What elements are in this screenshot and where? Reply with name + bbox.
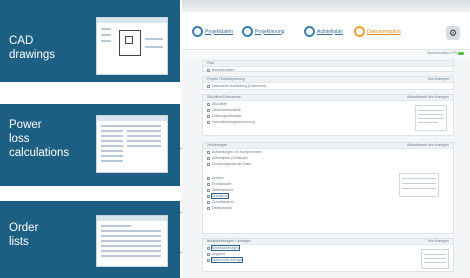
panel-action[interactable]: Aktualisieren Nur Anzeigen xyxy=(407,143,449,147)
checkbox[interactable] xyxy=(207,156,210,160)
step-circle-icon xyxy=(192,26,203,37)
checkbox[interactable] xyxy=(207,188,210,192)
row-label: Verlustleistungsberechnung xyxy=(212,119,256,124)
panel-title: Bestellunterlagen / Anfragen xyxy=(207,239,251,243)
row-label: Ansicht xyxy=(212,175,224,180)
step-project-data[interactable]: Projektdaten xyxy=(192,26,233,37)
checkbox[interactable] xyxy=(207,258,210,262)
checkbox[interactable] xyxy=(207,246,210,250)
row-label: Detailansicht xyxy=(212,205,233,210)
cad-drawing-thumbnail xyxy=(96,17,168,75)
row-label: Frontansicht xyxy=(212,181,232,186)
list-item-highlighted[interactable]: Warenkorb-Anfrage xyxy=(203,256,453,263)
list-item[interactable]: Dateiname Aufstellung (Dokument) xyxy=(203,83,453,89)
step-label: Dokumentation xyxy=(367,28,401,35)
panel-title: Pfad xyxy=(207,61,215,65)
row-label: Gewichtsstückliste xyxy=(212,107,241,112)
drawing-preview xyxy=(399,173,439,197)
row-label: Benutzerdaten xyxy=(212,67,235,72)
checkbox[interactable] xyxy=(207,182,210,186)
row-label: Draufsicht xyxy=(211,192,229,199)
tile-label: CAD drawings xyxy=(9,35,56,61)
row-label: Dateiname Aufstellung (Dokument) xyxy=(212,83,267,88)
checkbox[interactable] xyxy=(207,162,210,166)
order-list-thumbnail xyxy=(96,215,168,267)
order-preview xyxy=(421,249,449,269)
row-label: Stückliste xyxy=(212,101,227,106)
workflow-steps: Projektdaten Projektierung Aufstellplan … xyxy=(182,12,470,50)
panel-action[interactable]: Nur Anzeigen xyxy=(428,239,449,243)
power-loss-tile: Power loss calculations xyxy=(0,104,180,186)
checkbox[interactable] xyxy=(207,84,210,88)
step-label: Projektdaten xyxy=(205,28,234,35)
row-label: Seitenansicht xyxy=(212,187,234,192)
checkbox[interactable] xyxy=(207,206,210,210)
checkbox[interactable] xyxy=(207,120,210,124)
panel-title: Zeichnungen xyxy=(207,143,228,147)
step-label: Aufstellplan xyxy=(317,28,343,35)
row-label: Angebot xyxy=(212,251,226,256)
panel-drawings: Zeichnungen Aktualisieren Nur Anzeigen Au… xyxy=(202,142,454,234)
row-label: Warenkorb-Anfrage xyxy=(210,256,244,263)
checkbox[interactable] xyxy=(207,176,210,180)
step-documentation[interactable]: Dokumentation xyxy=(354,26,401,37)
panel-documents: Stückliste/Dokumente Aktualisieren Nur An… xyxy=(202,94,454,136)
tile-label: Order lists xyxy=(9,222,39,248)
step-label: Projektierung xyxy=(255,28,285,35)
row-label: Leistungsstückliste xyxy=(212,113,242,118)
step-configuration[interactable]: Projektierung xyxy=(242,26,284,37)
row-label: Zeichnungssatz als Datei xyxy=(212,161,252,166)
checkbox[interactable] xyxy=(207,114,210,118)
checkbox[interactable] xyxy=(207,150,210,154)
document-preview xyxy=(415,105,447,131)
panel-action[interactable]: Aktualisieren Nur Anzeigen xyxy=(407,95,449,99)
window-titlebar xyxy=(182,0,470,12)
checkbox[interactable] xyxy=(207,194,210,198)
tile-label: Power loss calculations xyxy=(9,119,70,159)
panel-export: Projekt / Aufstellplanung Nur Anzeigen Da… xyxy=(202,76,454,90)
step-circle-icon xyxy=(354,26,365,37)
panel-order: Bestellunterlagen / Anfragen Nur Anzeigen… xyxy=(202,238,454,272)
row-label: Aufstellplan (Gehäuse) xyxy=(212,155,248,160)
status-indicator-icon xyxy=(458,52,464,55)
row-label: Aufstellungen mit Komponenten xyxy=(212,149,262,154)
list-item[interactable]: Detailansicht xyxy=(203,205,453,211)
row-label: Schnittansicht xyxy=(212,199,234,204)
cad-drawings-tile: CAD drawings xyxy=(0,0,180,82)
checkbox[interactable] xyxy=(207,200,210,204)
list-item[interactable]: Benutzerdaten xyxy=(203,67,453,73)
step-circle-icon xyxy=(242,26,253,37)
panel-action[interactable]: Nur Anzeigen xyxy=(428,77,449,81)
order-lists-tile: Order lists xyxy=(0,201,180,278)
checkbox[interactable] xyxy=(207,102,210,106)
checkbox[interactable] xyxy=(207,252,210,256)
panel-title: Projekt / Aufstellplanung xyxy=(207,77,245,81)
step-circle-icon xyxy=(304,26,315,37)
settings-gear-icon[interactable]: ⚙ xyxy=(446,26,460,40)
power-loss-thumbnail xyxy=(96,115,168,173)
checkbox[interactable] xyxy=(207,68,210,72)
app-window: Projektdaten Projektierung Aufstellplan … xyxy=(182,0,470,278)
row-label: Bestellunterlagen xyxy=(210,244,241,251)
status-text: Speicherdatum EPL xyxy=(426,51,458,55)
checkbox[interactable] xyxy=(207,108,210,112)
step-layout[interactable]: Aufstellplan xyxy=(304,26,343,37)
status-bar: Speicherdatum EPL xyxy=(182,50,470,58)
panel-path: Pfad Benutzerdaten xyxy=(202,60,454,72)
panel-title: Stückliste/Dokumente xyxy=(207,95,241,99)
